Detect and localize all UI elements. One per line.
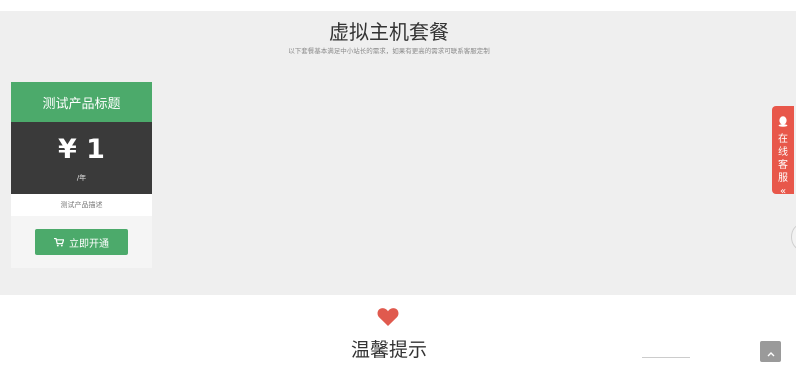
- heart-icon: [377, 307, 399, 331]
- order-now-label: 立即开通: [69, 238, 109, 250]
- plan-card: 测试产品标题 ¥ 1 /年 测试产品描述 立即开通: [11, 82, 152, 268]
- right-border: [796, 0, 800, 381]
- plan-price-box: ¥ 1 /年: [11, 122, 152, 194]
- back-to-top-button[interactable]: [760, 341, 781, 362]
- order-now-button[interactable]: 立即开通: [35, 229, 128, 255]
- hosting-plans-section: 虚拟主机套餐 以下套餐基本满足中小站长的需求，如果有更高的需求可联系客服定制 测…: [0, 11, 800, 295]
- top-strip: [0, 0, 800, 11]
- divider-line: [642, 357, 690, 358]
- plan-price: ¥ 1: [58, 134, 105, 165]
- plan-title: 测试产品标题: [11, 82, 152, 122]
- plan-description: 测试产品描述: [11, 194, 152, 216]
- qq-icon: [772, 112, 794, 131]
- cart-icon: [54, 237, 64, 247]
- plan-period: /年: [76, 174, 87, 182]
- chevron-up-icon: [767, 342, 775, 361]
- collapse-arrows-icon: «: [779, 186, 787, 197]
- section-title: 虚拟主机套餐: [329, 20, 449, 44]
- section-subtitle: 以下套餐基本满足中小站长的需求，如果有更高的需求可联系客服定制: [288, 47, 490, 55]
- tips-title: 温馨提示: [350, 339, 427, 361]
- online-service-label: 在线客服: [778, 134, 788, 184]
- online-service-tab[interactable]: 在线客服 «: [772, 106, 794, 197]
